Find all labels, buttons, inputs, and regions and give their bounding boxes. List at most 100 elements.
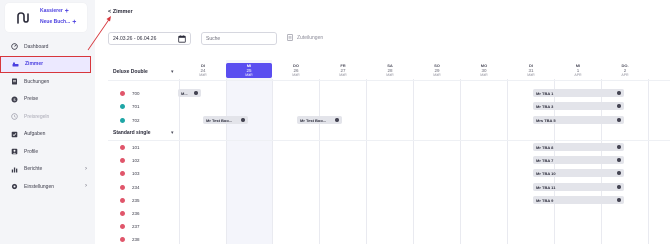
sidebar-item-label: Einstellungen — [24, 183, 55, 190]
booking-bar[interactable]: Mr TBA 3 — [533, 102, 624, 110]
sidebar-item-label: Preise — [24, 96, 39, 103]
sidebar-item-label: Aufgaben — [24, 131, 46, 138]
status-dot — [120, 236, 125, 242]
booking-bar[interactable]: Mr TBA 8 — [533, 143, 624, 151]
grid-line — [319, 79, 320, 244]
date-range-picker[interactable]: 24.03.26 - 06.04.26 — [108, 32, 191, 45]
room-row[interactable]: 235 — [120, 195, 170, 205]
sidebar-item-aufgaben[interactable]: Aufgaben — [0, 126, 95, 144]
booking-bar[interactable]: Mr TBA 7 — [533, 156, 624, 164]
sidebar-item-preise[interactable]: $ Preise — [0, 91, 95, 109]
day-header: SA 28 MäR — [386, 63, 394, 77]
day-header: DI 31 MäR — [527, 63, 535, 77]
row-divider — [108, 140, 670, 141]
room-row[interactable]: 236 — [120, 208, 170, 218]
grid-line — [272, 79, 273, 244]
plus-icon: + — [72, 19, 77, 26]
room-number: 701 — [132, 103, 140, 109]
new-booking-label: Neue Buch... — [40, 19, 71, 25]
sidebar-item-zimmer[interactable]: Zimmer — [0, 55, 91, 73]
cashier-label: Kassierer — [40, 8, 63, 14]
booking-status-icon — [617, 91, 621, 95]
logo-icon — [17, 12, 29, 24]
assignments-button[interactable]: Zuteilungen — [287, 34, 323, 41]
room-row[interactable]: 237 — [120, 221, 170, 231]
booking-status-icon — [617, 171, 621, 175]
booking-bar[interactable]: Mrs TBA 5 — [533, 116, 624, 124]
room-number: 102 — [132, 157, 140, 163]
search-input[interactable] — [201, 32, 277, 45]
booking-status-icon — [617, 145, 621, 149]
room-row[interactable]: 234 — [120, 182, 170, 192]
room-row[interactable]: 101 — [120, 142, 170, 152]
room-row[interactable]: 103 — [120, 168, 170, 178]
booking-bar[interactable]: Mr TBA 1 — [533, 89, 624, 97]
booking-status-icon — [194, 91, 198, 95]
status-dot — [120, 117, 125, 123]
day-header: DO. 2 APR — [621, 63, 629, 77]
cashier-button[interactable]: Kassierer + — [40, 8, 69, 15]
today-column — [226, 60, 272, 244]
booking-bar[interactable]: Mr TBA 9 — [533, 196, 624, 204]
status-dot — [120, 223, 125, 229]
room-row[interactable]: 700 — [120, 88, 170, 98]
status-dot — [120, 90, 125, 96]
main-panel: < Zimmer 24.03.26 - 06.04.26 Zuteilungen… — [95, 0, 670, 244]
room-row[interactable]: 701 — [120, 101, 170, 111]
sidebar-item-berichte[interactable]: Berichte › — [0, 161, 95, 179]
bed-icon — [12, 61, 19, 68]
booking-bar[interactable]: Mr TBA 11 — [533, 183, 624, 191]
row-divider — [108, 80, 670, 81]
profile-icon — [11, 148, 18, 155]
assignments-icon — [287, 34, 293, 41]
sidebar-item-profile[interactable]: Profile — [0, 143, 95, 161]
booking-bar[interactable]: Mr TBA 10 — [533, 169, 624, 177]
chevron-down-icon[interactable]: ▾ — [171, 130, 174, 136]
booking-status-icon — [617, 104, 621, 108]
sidebar-item-label: Preisregeln — [24, 113, 50, 120]
room-number: 238 — [132, 236, 140, 242]
room-number: 702 — [132, 117, 140, 123]
sidebar-item-einstellungen[interactable]: Einstellungen › — [0, 178, 95, 196]
calendar-icon[interactable] — [178, 35, 186, 43]
chevron-right-icon: › — [85, 183, 87, 189]
grid-line — [507, 79, 508, 244]
grid-line — [366, 79, 367, 244]
booking-status-icon — [617, 158, 621, 162]
booking-bar[interactable]: Mr Test Boo... — [297, 116, 342, 124]
chevron-down-icon[interactable]: ▾ — [171, 69, 174, 75]
sidebar-item-label: Dashboard — [24, 43, 49, 50]
day-header: MO 30 MäR — [480, 63, 488, 77]
plus-icon: + — [64, 8, 69, 15]
grid-line — [179, 79, 180, 244]
day-header: DO 26 MäR — [292, 63, 300, 77]
status-dot — [120, 157, 125, 163]
booking-status-icon — [617, 198, 621, 202]
status-dot — [120, 144, 125, 150]
booking-status-icon — [617, 118, 621, 122]
room-number: 234 — [132, 184, 140, 190]
booking-bar[interactable]: Mr Test Boo... — [203, 116, 248, 124]
tasks-icon — [11, 131, 18, 138]
sidebar-item-preisregeln[interactable]: Preisregeln — [0, 108, 95, 126]
sidebar-item-label: Profile — [24, 148, 39, 155]
day-header: FR 27 MäR — [339, 63, 347, 77]
price-rules-icon — [11, 113, 18, 120]
room-number: 235 — [132, 197, 140, 203]
status-dot — [120, 197, 125, 203]
booking-bar[interactable]: M... — [178, 89, 201, 97]
dashboard-icon — [11, 43, 18, 50]
room-row[interactable]: 702 — [120, 115, 170, 125]
grid-line — [460, 79, 461, 244]
bookings-icon — [11, 78, 18, 85]
day-header: MI 1 APR — [574, 63, 582, 77]
sidebar-item-buchungen[interactable]: Buchungen — [0, 73, 95, 91]
sidebar-item-label: Berichte — [24, 166, 43, 173]
sidebar-item-dashboard[interactable]: Dashboard — [0, 38, 95, 56]
page-title[interactable]: < Zimmer — [108, 9, 133, 15]
reports-icon — [11, 166, 18, 173]
room-row[interactable]: 238 — [120, 234, 170, 244]
room-row[interactable]: 102 — [120, 155, 170, 165]
new-booking-button[interactable]: Neue Buch... + — [40, 19, 76, 26]
status-dot — [120, 170, 125, 176]
